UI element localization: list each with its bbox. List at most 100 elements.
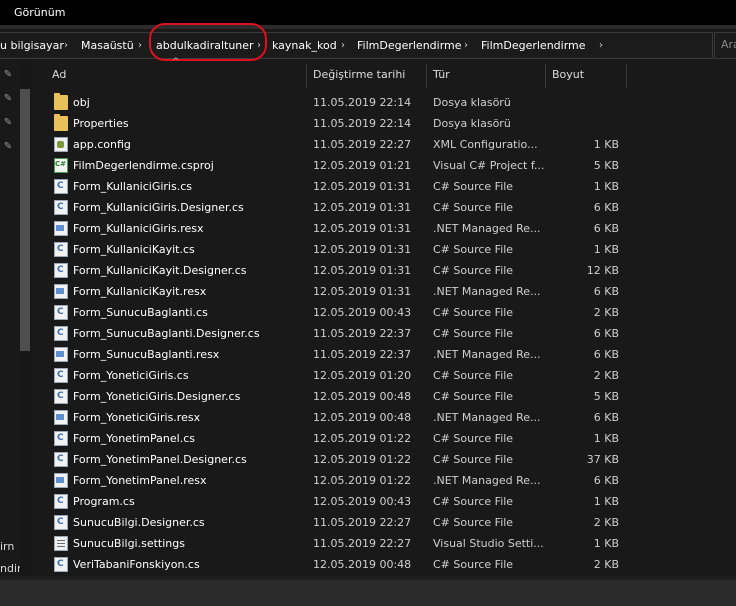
file-row[interactable]: Program.cs 12.05.2019 00:43 C# Source File… bbox=[32, 491, 736, 512]
chevron-right-icon[interactable]: › bbox=[64, 33, 68, 58]
file-row[interactable]: Properties 11.05.2019 22:14 Dosya klasörü bbox=[32, 113, 736, 134]
column-divider[interactable] bbox=[306, 64, 307, 88]
chevron-right-icon[interactable]: › bbox=[138, 33, 142, 58]
breadcrumb-desktop[interactable]: Masaüstü bbox=[81, 33, 134, 58]
file-type: C# Source File bbox=[433, 453, 514, 466]
csproj-icon bbox=[54, 158, 68, 173]
column-size-header[interactable]: Boyut bbox=[552, 60, 584, 90]
file-row[interactable]: VeriTabaniFonskiyon.cs 12.05.2019 00:48 C#… bbox=[32, 554, 736, 575]
column-divider[interactable] bbox=[426, 64, 427, 88]
file-type: C# Source File bbox=[433, 243, 514, 256]
file-name: VeriTabaniFonskiyon.cs bbox=[73, 558, 200, 571]
column-header: ^ Ad Değiştirme tarihi Tür Boyut bbox=[32, 57, 736, 90]
file-name: Form_KullaniciKayit.Designer.cs bbox=[73, 264, 247, 277]
file-name: Form_KullaniciGiris.cs bbox=[73, 180, 192, 193]
breadcrumb-this-pc[interactable]: u bilgisayar bbox=[0, 33, 64, 58]
file-name: Form_KullaniciGiris.resx bbox=[73, 222, 204, 235]
file-row[interactable]: Form_SunucuBaglanti.Designer.cs 11.05.201… bbox=[32, 323, 736, 344]
file-name: Form_YoneticiGiris.Designer.cs bbox=[73, 390, 241, 403]
cs-file-icon bbox=[54, 200, 68, 215]
nav-item[interactable]: ndir bbox=[0, 562, 20, 575]
file-name: app.config bbox=[73, 138, 131, 151]
file-type: .NET Managed Re... bbox=[433, 222, 541, 235]
file-size: 6 KB bbox=[593, 348, 619, 361]
file-row[interactable]: Form_KullaniciGiris.Designer.cs 12.05.201… bbox=[32, 197, 736, 218]
file-size: 37 KB bbox=[586, 453, 619, 466]
file-date: 11.05.2019 22:37 bbox=[313, 348, 412, 361]
file-type: C# Source File bbox=[433, 558, 514, 571]
file-size: 6 KB bbox=[593, 285, 619, 298]
folder-icon bbox=[54, 114, 68, 131]
file-row[interactable]: Form_YoneticiGiris.resx 12.05.2019 00:48.… bbox=[32, 407, 736, 428]
file-date: 12.05.2019 00:43 bbox=[313, 495, 412, 508]
breadcrumb-project-folder[interactable]: FilmDegerlendirme bbox=[481, 33, 586, 58]
cs-file-icon bbox=[54, 494, 68, 509]
file-date: 12.05.2019 01:22 bbox=[313, 474, 412, 487]
file-name: Form_KullaniciKayit.cs bbox=[73, 243, 195, 256]
file-type: .NET Managed Re... bbox=[433, 285, 541, 298]
file-type: .NET Managed Re... bbox=[433, 348, 541, 361]
resx-icon bbox=[54, 221, 68, 236]
file-row[interactable]: Form_KullaniciGiris.cs 12.05.2019 01:31 C#… bbox=[32, 176, 736, 197]
file-size: 1 KB bbox=[593, 180, 619, 193]
file-row[interactable]: FilmDegerlendirme.csproj 12.05.2019 01:21… bbox=[32, 155, 736, 176]
config-icon bbox=[54, 137, 68, 152]
file-date: 12.05.2019 00:48 bbox=[313, 390, 412, 403]
navigation-pane: ✎ ✎ ✎ ✎ irn ndir bbox=[0, 60, 20, 580]
resx-icon bbox=[54, 473, 68, 488]
resx-icon bbox=[54, 284, 68, 299]
file-type: C# Source File bbox=[433, 495, 514, 508]
pin-icon[interactable]: ✎ bbox=[1, 68, 15, 82]
column-divider[interactable] bbox=[545, 64, 546, 88]
annotation-highlight bbox=[149, 23, 267, 61]
nav-scrollbar-thumb[interactable] bbox=[20, 89, 30, 351]
file-date: 12.05.2019 01:31 bbox=[313, 180, 412, 193]
file-name: FilmDegerlendirme.csproj bbox=[73, 159, 214, 172]
file-row[interactable]: SunucuBilgi.Designer.cs 11.05.2019 22:27 C… bbox=[32, 512, 736, 533]
tab-view[interactable]: Görünüm bbox=[14, 0, 90, 25]
file-row[interactable]: Form_KullaniciGiris.resx 12.05.2019 01:31… bbox=[32, 218, 736, 239]
column-divider[interactable] bbox=[626, 64, 627, 88]
pin-icon[interactable]: ✎ bbox=[1, 140, 15, 154]
file-date: 11.05.2019 22:27 bbox=[313, 516, 412, 529]
file-row[interactable]: Form_SunucuBaglanti.resx 11.05.2019 22:37… bbox=[32, 344, 736, 365]
file-date: 12.05.2019 01:20 bbox=[313, 369, 412, 382]
breadcrumb-source-folder[interactable]: kaynak_kod bbox=[272, 33, 337, 58]
file-size: 1 KB bbox=[593, 243, 619, 256]
cs-file-icon bbox=[54, 263, 68, 278]
chevron-right-icon[interactable]: › bbox=[341, 33, 345, 58]
file-row[interactable]: Form_YonetimPanel.resx 12.05.2019 01:22 .N… bbox=[32, 470, 736, 491]
file-row[interactable]: Form_KullaniciKayit.cs 12.05.2019 01:31 C#… bbox=[32, 239, 736, 260]
file-size: 6 KB bbox=[593, 327, 619, 340]
file-row[interactable]: obj 11.05.2019 22:14 Dosya klasörü bbox=[32, 92, 736, 113]
address-bar[interactable]: u bilgisayar › Masaüstü › abdulkadiraltu… bbox=[0, 32, 713, 59]
file-date: 12.05.2019 00:48 bbox=[313, 558, 412, 571]
file-row[interactable]: Form_YonetimPanel.Designer.cs 12.05.2019 … bbox=[32, 449, 736, 470]
file-date: 12.05.2019 00:43 bbox=[313, 306, 412, 319]
file-row[interactable]: Form_YoneticiGiris.cs 12.05.2019 01:20 C# … bbox=[32, 365, 736, 386]
file-row[interactable]: Form_SunucuBaglanti.cs 12.05.2019 00:43 C#… bbox=[32, 302, 736, 323]
file-type: Dosya klasörü bbox=[433, 117, 511, 130]
chevron-right-icon[interactable]: › bbox=[464, 33, 468, 58]
file-row[interactable]: Form_YonetimPanel.cs 12.05.2019 01:22 C# S… bbox=[32, 428, 736, 449]
file-row[interactable]: Form_KullaniciKayit.resx 12.05.2019 01:31… bbox=[32, 281, 736, 302]
file-row[interactable]: app.config 11.05.2019 22:27 XML Configurat… bbox=[32, 134, 736, 155]
chevron-right-icon[interactable]: › bbox=[599, 33, 603, 58]
column-date-header[interactable]: Değiştirme tarihi bbox=[313, 60, 405, 90]
cs-file-icon bbox=[54, 515, 68, 530]
nav-item[interactable]: irn bbox=[0, 540, 14, 553]
column-type-header[interactable]: Tür bbox=[433, 60, 450, 90]
column-name-header[interactable]: Ad bbox=[52, 60, 66, 90]
file-name: Form_KullaniciKayit.resx bbox=[73, 285, 207, 298]
status-bar bbox=[0, 580, 736, 606]
file-size: 2 KB bbox=[593, 558, 619, 571]
pin-icon[interactable]: ✎ bbox=[1, 116, 15, 130]
breadcrumb-solution-folder[interactable]: FilmDegerlendirme bbox=[357, 33, 462, 58]
pin-icon[interactable]: ✎ bbox=[1, 92, 15, 106]
file-row[interactable]: Form_YoneticiGiris.Designer.cs 12.05.2019… bbox=[32, 386, 736, 407]
file-date: 11.05.2019 22:27 bbox=[313, 537, 412, 550]
file-row[interactable]: SunucuBilgi.settings 11.05.2019 22:27 Visu… bbox=[32, 533, 736, 554]
file-date: 12.05.2019 01:31 bbox=[313, 285, 412, 298]
file-row[interactable]: Form_KullaniciKayit.Designer.cs 12.05.201… bbox=[32, 260, 736, 281]
file-date: 12.05.2019 01:31 bbox=[313, 243, 412, 256]
